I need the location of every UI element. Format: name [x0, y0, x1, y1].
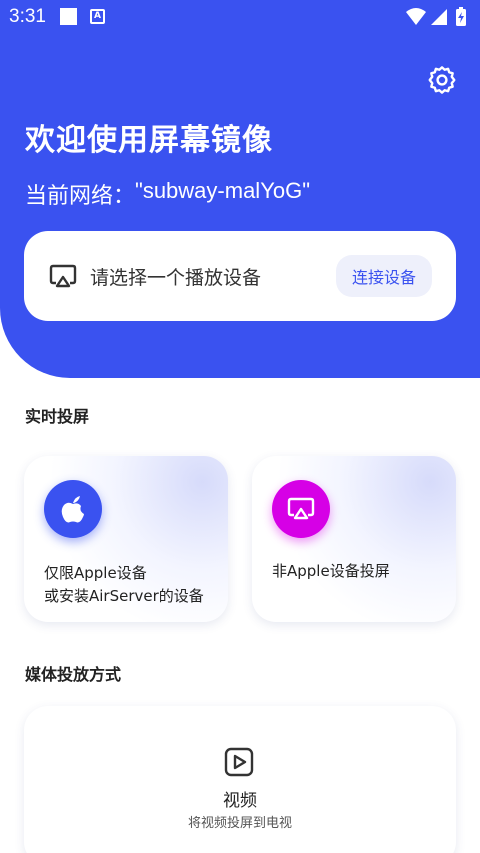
- airplay-icon-circle: [272, 480, 330, 538]
- realtime-section-title: 实时投屏: [25, 407, 90, 426]
- apple-card-line2: 或安装AirServer的设备: [44, 587, 204, 605]
- apple-cast-card[interactable]: 仅限Apple设备 或安装AirServer的设备: [24, 456, 228, 622]
- apple-card-label: 仅限Apple设备 或安装AirServer的设备: [44, 562, 204, 608]
- video-card-title: 视频: [223, 791, 257, 811]
- settings-gear-icon[interactable]: [424, 62, 460, 98]
- signal-icon: [431, 9, 447, 25]
- video-play-icon: [224, 747, 254, 777]
- apple-icon: [61, 496, 84, 523]
- notification-a-icon: A: [90, 9, 105, 24]
- page-title: 欢迎使用屏幕镜像: [25, 123, 273, 158]
- apple-card-line1: 仅限Apple设备: [44, 564, 147, 582]
- status-bar: 3:31 A: [0, 0, 480, 34]
- wifi-icon: [406, 8, 426, 25]
- apple-icon-circle: [44, 480, 102, 538]
- connect-device-button[interactable]: 连接设备: [335, 255, 432, 297]
- network-name: "subway-malYoG": [135, 178, 311, 203]
- status-icons: [406, 7, 468, 32]
- video-card-desc: 将视频投屏到电视: [187, 816, 292, 831]
- media-section-title: 媒体投放方式: [25, 665, 122, 684]
- non-apple-cast-card[interactable]: 非Apple设备投屏: [252, 456, 456, 622]
- status-time: 3:31: [9, 6, 46, 27]
- battery-icon: [456, 7, 466, 26]
- network-info: 当前网络： "subway-malYoG": [25, 178, 310, 210]
- non-apple-card-label: 非Apple设备投屏: [272, 562, 390, 580]
- device-select-card[interactable]: 请选择一个播放设备 连接设备: [24, 231, 456, 321]
- network-label: 当前网络：: [25, 184, 136, 209]
- airplay-icon: [287, 497, 315, 520]
- screen-cast-icon: [49, 264, 77, 288]
- notification-square-icon: [60, 8, 77, 25]
- video-cast-card[interactable]: 视频 将视频投屏到电视: [24, 706, 456, 853]
- device-prompt: 请选择一个播放设备: [90, 266, 262, 289]
